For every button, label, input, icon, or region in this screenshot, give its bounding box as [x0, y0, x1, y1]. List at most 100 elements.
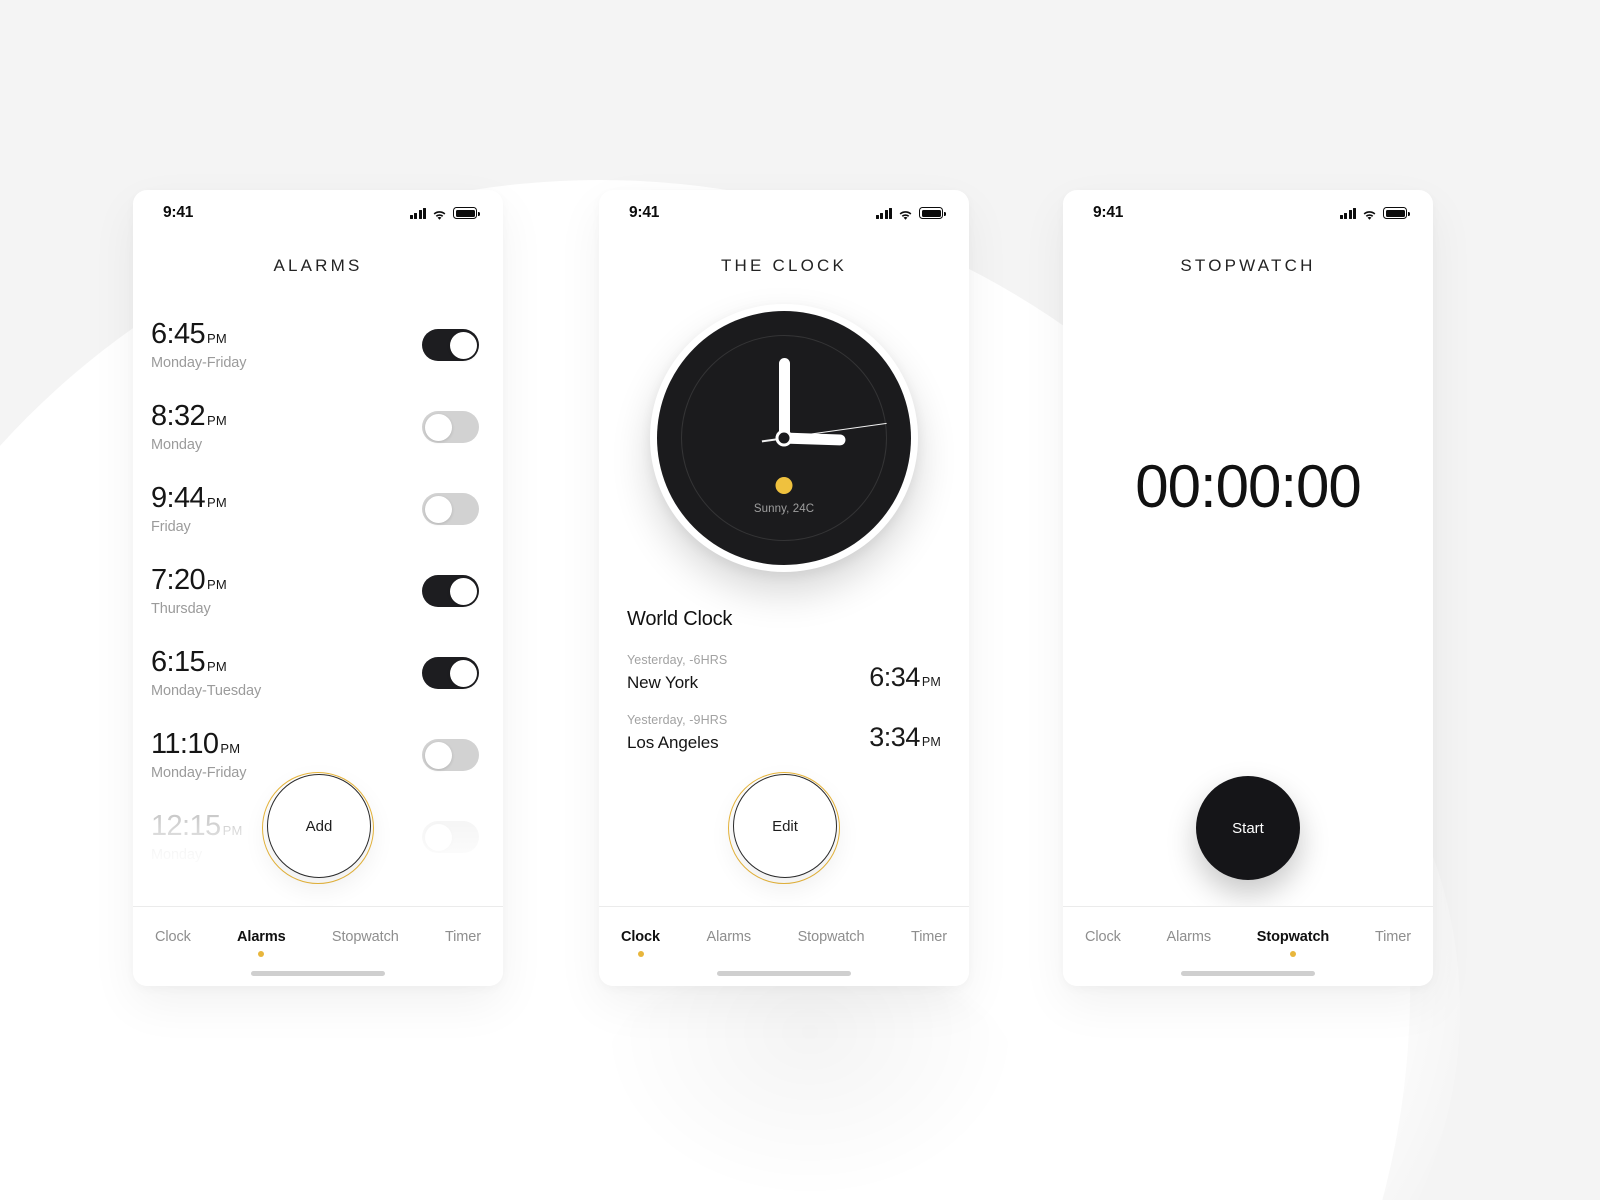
alarm-info: 7:20 PM Thursday: [151, 565, 227, 617]
signal-icon: [875, 207, 892, 219]
wifi-icon: [898, 208, 913, 220]
analog-clock[interactable]: Sunny, 24C: [650, 304, 918, 572]
page-title-stopwatch: STOPWATCH: [1180, 256, 1316, 275]
alarm-info: 12:15 PM Monday: [151, 809, 243, 863]
home-indicator[interactable]: [1181, 971, 1315, 976]
toggle-knob: [424, 741, 452, 769]
tab-label: Stopwatch: [331, 929, 399, 945]
hour-hand: [783, 432, 846, 446]
world-clock-offset: Yesterday, -6HRS: [627, 653, 728, 667]
alarm-toggle[interactable]: [422, 411, 479, 443]
status-bar-icons: [409, 207, 480, 220]
alarm-toggle[interactable]: [422, 575, 479, 607]
alarm-meridiem: PM: [207, 658, 227, 674]
alarm-meridiem: PM: [207, 576, 227, 592]
tab-label: Alarms: [237, 929, 286, 945]
tab-stopwatch[interactable]: Stopwatch: [798, 929, 865, 957]
edit-button[interactable]: Edit: [733, 774, 837, 878]
world-clock-meridiem: PM: [921, 675, 941, 689]
world-clock-city-info: Yesterday, -6HRS New York: [627, 653, 727, 693]
signal-icon: [409, 207, 426, 219]
tab-label: Timer: [1374, 929, 1411, 945]
alarm-toggle[interactable]: [422, 739, 479, 771]
tab-timer[interactable]: Timer: [911, 929, 947, 957]
table-row[interactable]: 6:45 PM Monday-Friday: [151, 304, 479, 386]
alarm-time-value: 12:15: [151, 809, 221, 842]
alarm-days: Monday-Friday: [151, 764, 247, 781]
home-indicator[interactable]: [251, 971, 385, 976]
tab-stopwatch[interactable]: Stopwatch: [332, 929, 399, 957]
alarm-time: 9:44 PM: [151, 481, 227, 514]
alarm-meridiem: PM: [222, 822, 243, 838]
alarm-toggle[interactable]: [422, 329, 479, 361]
active-dot: [258, 951, 265, 957]
status-bar-time: 9:41: [163, 204, 194, 221]
status-bar-icons: [1339, 207, 1410, 220]
active-dot: [637, 951, 644, 957]
start-button[interactable]: Start: [1196, 776, 1300, 880]
alarm-time-value: 11:10: [151, 727, 219, 760]
tabs: Clock Alarms Stopwatch Timer: [155, 929, 481, 957]
tab-timer[interactable]: Timer: [1375, 929, 1411, 957]
alarm-info: 9:44 PM Friday: [151, 481, 227, 535]
table-row[interactable]: 7:20 PM Thursday: [151, 550, 479, 632]
table-row[interactable]: 6:15 PM Monday-Tuesday: [151, 632, 479, 714]
battery-icon: [453, 207, 480, 219]
alarm-time-value: 9:44: [151, 481, 206, 514]
alarm-days: Friday: [151, 518, 191, 535]
tabs: Clock Alarms Stopwatch Timer: [621, 929, 947, 957]
world-clock-city-info: Yesterday, -9HRS Los Angeles: [627, 713, 727, 753]
alarm-time: 11:10 PM: [151, 727, 246, 760]
clock-center-hub: [775, 429, 793, 447]
world-clock-time: 3:34 PM: [869, 722, 941, 753]
weather-sun-icon: [775, 477, 793, 494]
alarm-info: 11:10 PM Monday-Friday: [151, 727, 247, 781]
world-clock-meridiem: PM: [921, 735, 941, 749]
minute-hand: [778, 358, 790, 438]
tab-alarms[interactable]: Alarms: [707, 929, 752, 957]
alarm-time-value: 6:45: [151, 317, 206, 350]
world-clock-offset: Yesterday, -9HRS: [627, 713, 728, 727]
home-indicator[interactable]: [717, 971, 851, 976]
world-clock-city: Los Angeles: [627, 733, 719, 752]
list-item[interactable]: Yesterday, -9HRS Los Angeles 3:34 PM: [627, 713, 941, 753]
toggle-knob: [424, 413, 452, 441]
add-button[interactable]: Add: [267, 774, 371, 878]
tab-timer[interactable]: Timer: [445, 929, 481, 957]
alarm-time: 6:15 PM: [151, 647, 261, 677]
tab-label: Alarms: [706, 929, 752, 945]
tabs: Clock Alarms Stopwatch Timer: [1085, 929, 1411, 957]
alarm-toggle[interactable]: [422, 657, 479, 689]
alarm-days: Monday: [151, 846, 202, 863]
wifi-icon: [1362, 208, 1377, 220]
tab-alarms[interactable]: Alarms: [1167, 929, 1212, 957]
tab-clock[interactable]: Clock: [155, 929, 191, 957]
tab-bar: Clock Alarms Stopwatch Timer: [133, 906, 503, 986]
table-row[interactable]: 8:32 PM Monday: [151, 386, 479, 468]
phone-screen-clock: 9:41 THE CLOCK Sunny, 24C World Clock Ye…: [599, 190, 969, 986]
table-row[interactable]: 9:44 PM Friday: [151, 468, 479, 550]
world-clock-time: 6:34 PM: [869, 662, 941, 693]
tab-label: Alarms: [1166, 929, 1212, 945]
clock-body: Sunny, 24C World Clock Yesterday, -6HRS …: [599, 276, 969, 906]
tab-bar: Clock Alarms Stopwatch Timer: [599, 906, 969, 986]
alarm-toggle[interactable]: [422, 821, 479, 853]
edit-button-wrap: Edit: [728, 772, 840, 884]
alarm-days: Thursday: [151, 600, 211, 617]
status-bar-time: 9:41: [1093, 204, 1124, 221]
list-item[interactable]: Yesterday, -6HRS New York 6:34 PM: [627, 653, 941, 693]
alarm-meridiem: PM: [207, 330, 227, 346]
alarm-toggle[interactable]: [422, 493, 479, 525]
tab-alarms[interactable]: Alarms: [237, 929, 286, 957]
tab-clock[interactable]: Clock: [1085, 929, 1121, 957]
tab-label: Timer: [910, 929, 947, 945]
wifi-icon: [432, 208, 447, 220]
tab-label: Clock: [621, 929, 660, 945]
tab-label: Timer: [444, 929, 481, 945]
tab-stopwatch[interactable]: Stopwatch: [1257, 929, 1329, 957]
clock-face: Sunny, 24C: [657, 311, 911, 565]
analog-clock-stage: Sunny, 24C: [599, 276, 969, 572]
tab-clock[interactable]: Clock: [621, 929, 660, 957]
tab-label: Clock: [155, 929, 191, 945]
alarm-time: 6:45 PM: [151, 317, 246, 350]
